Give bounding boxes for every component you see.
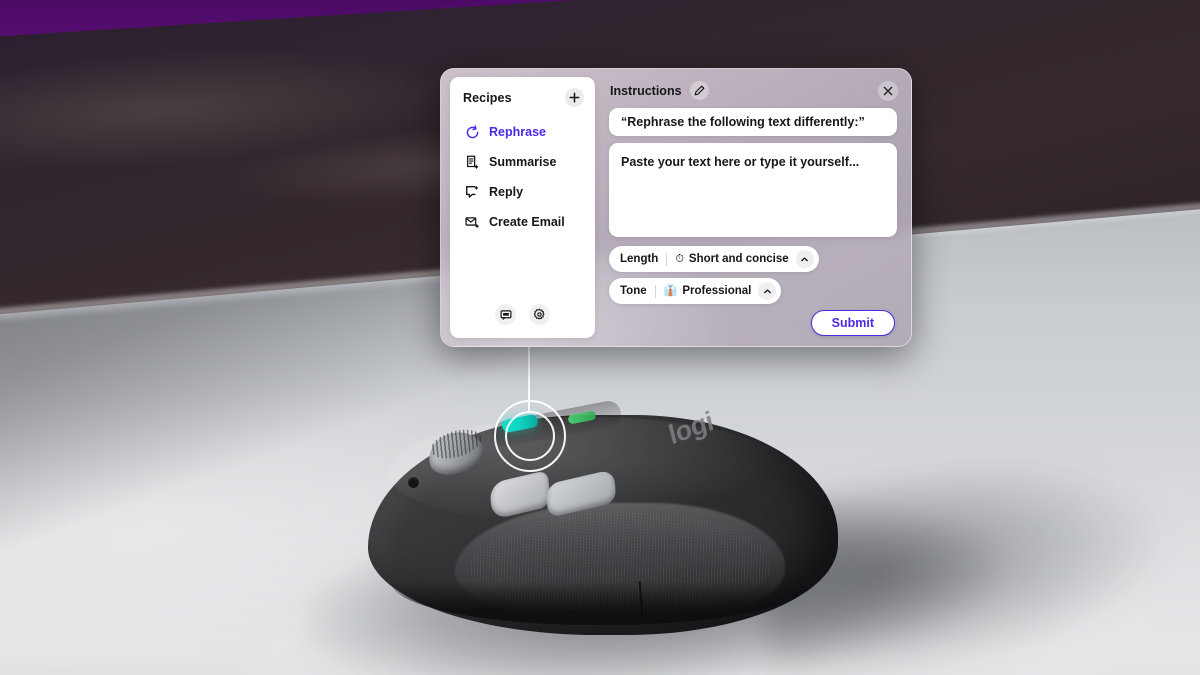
user-text-placeholder: Paste your text here or type it yourself… bbox=[621, 155, 860, 169]
settings-gear-icon bbox=[533, 308, 545, 320]
length-label: Length bbox=[620, 253, 659, 265]
close-panel-button[interactable] bbox=[878, 81, 898, 101]
feedback-button[interactable] bbox=[495, 304, 516, 325]
wireless-mouse: logi bbox=[350, 385, 850, 650]
submit-row: Submit bbox=[609, 310, 897, 336]
length-dropdown[interactable]: Length ⏱ Short and concise bbox=[609, 246, 819, 272]
instructions-pane: Instructions “Rephrase the following tex… bbox=[595, 69, 911, 346]
length-option-row: Length ⏱ Short and concise bbox=[609, 246, 897, 272]
callout-ring-inner bbox=[505, 411, 555, 461]
add-recipe-button[interactable] bbox=[565, 88, 584, 107]
tone-value: Professional bbox=[682, 285, 752, 297]
recipes-header: Recipes bbox=[450, 77, 595, 115]
feedback-chat-icon bbox=[500, 309, 511, 320]
dpi-button[interactable] bbox=[408, 477, 419, 488]
sidebar-item-label: Reply bbox=[489, 185, 524, 199]
submit-button[interactable]: Submit bbox=[810, 310, 895, 336]
recipe-list: Rephrase Summarise Reply Create Email bbox=[450, 115, 595, 304]
sidebar-item-label: Rephrase bbox=[489, 125, 546, 139]
instructions-title: Instructions bbox=[610, 83, 682, 98]
plus-icon bbox=[569, 92, 580, 103]
tone-label: Tone bbox=[620, 285, 647, 297]
sidebar-item-summarise[interactable]: Summarise bbox=[450, 147, 595, 177]
tone-dropdown[interactable]: Tone 👔 Professional bbox=[609, 278, 782, 304]
instructions-header: Instructions bbox=[610, 81, 897, 100]
create-email-envelope-icon bbox=[465, 216, 480, 228]
smart-actions-overlay-panel: Recipes Rephrase Summarise Reply Create … bbox=[440, 68, 912, 347]
chevron-up-glyph bbox=[801, 256, 808, 261]
stopwatch-icon: ⏱ bbox=[675, 252, 684, 265]
chevron-up-icon[interactable] bbox=[795, 250, 814, 268]
chevron-up-glyph bbox=[763, 288, 771, 293]
pill-divider bbox=[666, 252, 668, 266]
product-scene: logi Recipes Rephrase Summarise Reply Cr… bbox=[0, 0, 1200, 675]
reply-bubble-icon bbox=[466, 185, 479, 198]
pill-divider bbox=[654, 284, 656, 298]
edit-instructions-button[interactable] bbox=[689, 81, 709, 100]
user-text-input[interactable]: Paste your text here or type it yourself… bbox=[609, 143, 897, 237]
instruction-prompt-field[interactable]: “Rephrase the following text differently… bbox=[609, 108, 897, 136]
close-x-icon bbox=[883, 86, 893, 96]
sidebar-footer bbox=[450, 304, 595, 338]
summarise-document-icon bbox=[467, 155, 479, 169]
recipes-title: Recipes bbox=[463, 90, 512, 105]
tone-option-row: Tone 👔 Professional bbox=[609, 278, 897, 304]
rephrase-refresh-icon bbox=[466, 124, 479, 138]
chevron-up-icon[interactable] bbox=[758, 282, 777, 300]
length-value: Short and concise bbox=[688, 253, 789, 265]
sidebar-item-label: Summarise bbox=[489, 155, 557, 169]
necktie-icon: 👔 bbox=[663, 284, 678, 297]
pencil-edit-icon bbox=[694, 85, 704, 96]
sidebar-item-create-email[interactable]: Create Email bbox=[450, 207, 595, 237]
sidebar-item-reply[interactable]: Reply bbox=[450, 177, 595, 207]
sidebar-item-label: Create Email bbox=[489, 215, 565, 229]
sidebar-item-rephrase[interactable]: Rephrase bbox=[450, 117, 595, 147]
settings-button[interactable] bbox=[529, 304, 550, 325]
recipes-sidebar: Recipes Rephrase Summarise Reply Create … bbox=[450, 77, 595, 338]
